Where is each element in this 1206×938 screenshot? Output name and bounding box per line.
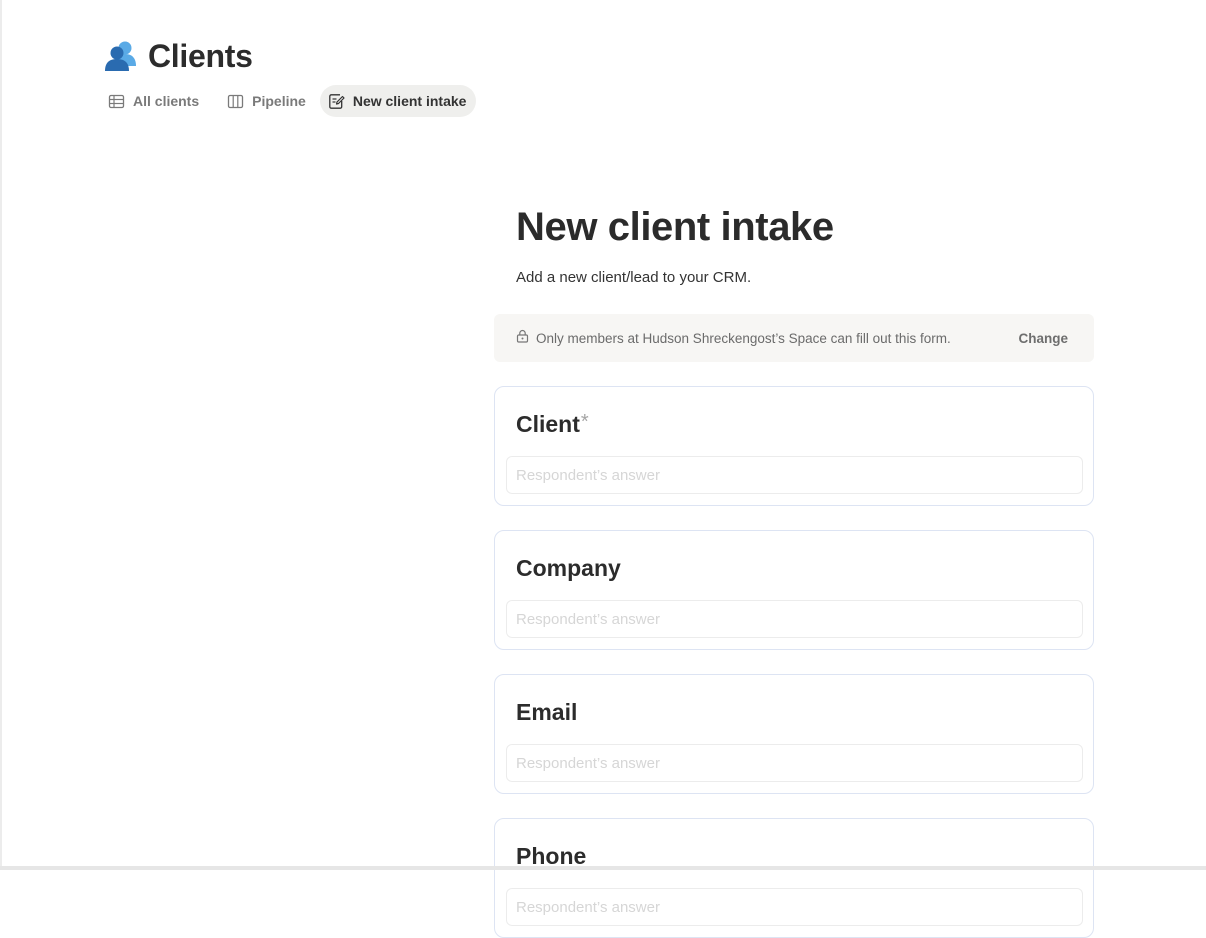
question-card-client: Client* xyxy=(494,386,1094,506)
question-label: Email xyxy=(516,699,577,726)
table-icon xyxy=(108,94,125,108)
window-bottom-border xyxy=(0,866,1206,870)
question-label: Client* xyxy=(516,411,589,438)
question-card-phone: Phone xyxy=(494,818,1094,938)
tab-label: All clients xyxy=(133,93,200,109)
required-marker: * xyxy=(580,411,589,433)
window-left-border xyxy=(0,0,2,870)
board-icon xyxy=(227,94,244,108)
lock-icon xyxy=(516,329,529,343)
tab-label: Pipeline xyxy=(252,93,306,109)
question-label-text: Company xyxy=(516,555,621,581)
page-header: Clients xyxy=(104,36,253,76)
form-title: New client intake xyxy=(516,205,834,249)
question-card-company: Company xyxy=(494,530,1094,650)
question-label: Company xyxy=(516,555,621,582)
tab-new-client-intake[interactable]: New client intake xyxy=(319,85,477,117)
tab-label: New client intake xyxy=(352,93,467,109)
company-answer-input[interactable] xyxy=(506,600,1083,638)
page-title: Clients xyxy=(148,37,253,74)
form-icon xyxy=(328,93,345,109)
permission-notice: Only members at Hudson Shreckengost’s Sp… xyxy=(494,314,1094,362)
form-area: New client intake Add a new client/lead … xyxy=(494,200,1094,938)
phone-answer-input[interactable] xyxy=(506,888,1083,926)
client-answer-input[interactable] xyxy=(506,456,1083,494)
question-label-text: Client xyxy=(516,411,580,437)
view-tabs: All clients Pipeline New client intake xyxy=(100,85,477,117)
change-permission-button[interactable]: Change xyxy=(1018,331,1068,346)
question-label-text: Email xyxy=(516,699,578,725)
people-icon xyxy=(105,41,136,71)
form-description: Add a new client/lead to your CRM. xyxy=(516,269,752,286)
email-answer-input[interactable] xyxy=(506,744,1083,782)
title-row: Clients xyxy=(104,36,253,76)
question-card-email: Email xyxy=(494,674,1094,794)
tab-all-clients[interactable]: All clients xyxy=(100,85,209,117)
notice-text: Only members at Hudson Shreckengost’s Sp… xyxy=(536,330,951,346)
tab-pipeline[interactable]: Pipeline xyxy=(219,85,316,117)
